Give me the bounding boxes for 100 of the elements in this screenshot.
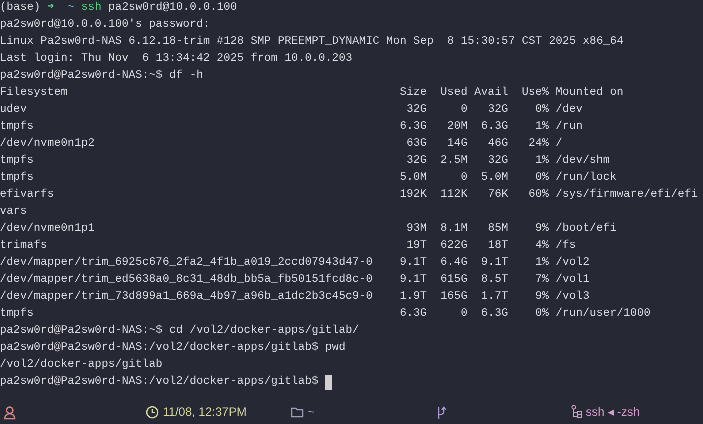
table-cell: 85M	[488, 223, 508, 235]
table-cell: 9%	[536, 223, 550, 235]
table-cell: 0%	[536, 308, 550, 320]
table-cell: 9.1T	[481, 257, 508, 269]
table-cell: 1%	[536, 121, 550, 133]
table-cell: /dev	[556, 104, 583, 116]
status-directory: ~	[308, 404, 316, 421]
table-cell: 615G	[440, 274, 468, 286]
table-cell: 4%	[536, 240, 550, 252]
table-cell: 1%	[536, 257, 550, 269]
table-cell: /run	[556, 121, 583, 133]
table-cell: tmpfs	[0, 121, 34, 133]
table-cell: /run/user/1000	[556, 308, 651, 320]
folder-icon	[291, 406, 304, 418]
status-process: ssh ◂ -zsh	[586, 404, 640, 421]
table-cell: 93M	[406, 223, 428, 235]
table-cell: 32G	[406, 155, 428, 167]
table-cell: /dev/mapper/trim_ed5638a0_8c31_48db_bb5a_fb50151fcd8c-0	[0, 274, 373, 286]
table-cell: /boot/efi	[556, 223, 617, 235]
table-cell: 6.3G	[400, 121, 428, 133]
table-cell: 63G	[406, 138, 428, 150]
table-cell: 8.1M	[440, 223, 468, 235]
git-branch-icon	[436, 406, 447, 420]
table-cell: 5.0M	[481, 172, 508, 184]
table-cell: 2.5M	[440, 155, 468, 167]
table-cell: /run/lock	[556, 172, 617, 184]
table-cell: 14G	[447, 138, 468, 150]
terminal-line: pa2sw0rd@Pa2sw0rd-NAS:/vol2/docker-apps/gitlab$ pwd	[0, 340, 346, 356]
table-cell: 112K	[440, 189, 468, 201]
column-header: Filesystem	[0, 87, 68, 99]
table-cell: /dev/mapper/trim_6925c676_2fa2_4f1b_a019_2ccd07943d47-0	[0, 257, 373, 269]
table-cell: 9%	[536, 291, 550, 303]
table-cell: tmpfs	[0, 155, 34, 167]
terminal-line: Last login: Thu Nov 6 13:34:42 2025 from 10.0.0.203	[0, 52, 353, 67]
table-cell: 165G	[440, 291, 468, 303]
prompt-directory: ~	[68, 2, 75, 14]
table-cell: 192K	[400, 189, 428, 201]
terminal-line: pa2sw0rd@Pa2sw0rd-NAS:~$ cd /vol2/docker-apps/gitlab/	[0, 324, 360, 339]
table-cell: /vol2	[556, 257, 590, 269]
table-cell: 9.1T	[400, 257, 428, 269]
command-argument: pa2sw0rd@10.0.0.100	[108, 2, 238, 14]
table-cell: tmpfs	[0, 308, 34, 320]
terminal-line: Linux Pa2sw0rd-NAS 6.12.18-trim #128 SMP PREEMPT_DYNAMIC Mon Sep 8 15:30:57 CST 2025 x86_64	[0, 34, 624, 50]
table-cell: /dev/nvme0n1p1	[0, 223, 95, 235]
table-cell: 7%	[536, 274, 550, 286]
column-header: Avail	[474, 87, 508, 99]
column-header: Use%	[522, 87, 550, 99]
table-cell: 0	[460, 172, 468, 184]
table-cell: 32G	[406, 104, 428, 116]
table-cell: 0%	[536, 104, 550, 116]
terminal-line: pa2sw0rd@Pa2sw0rd-NAS:~$ df -h	[0, 68, 204, 84]
command-name: ssh	[81, 2, 102, 14]
table-cell: /vol1	[556, 274, 590, 286]
table-cell: 0%	[536, 172, 550, 184]
user-icon	[4, 406, 16, 420]
table-cell: 24%	[528, 138, 550, 150]
clock-icon	[146, 406, 159, 418]
terminal-line: /vol2/docker-apps/gitlab	[0, 358, 163, 373]
table-cell: 6.3G	[481, 121, 508, 133]
column-header: Used	[440, 87, 468, 99]
table-cell: 5.0M	[400, 172, 428, 184]
table-cell: udev	[0, 104, 28, 116]
table-cell: /vol3	[556, 291, 590, 303]
table-cell: 0	[460, 308, 468, 320]
table-cell: 18T	[488, 240, 508, 252]
table-cell: 6.4G	[440, 257, 468, 269]
table-cell: /dev/nvme0n1p2	[0, 138, 95, 150]
conda-env-label: (base)	[0, 2, 41, 14]
process-tree-icon	[571, 405, 582, 419]
table-cell: 76K	[488, 189, 508, 201]
table-cell: 622G	[440, 240, 468, 252]
terminal-line: vars	[0, 205, 28, 220]
table-cell: tmpfs	[0, 172, 34, 184]
table-cell: 9.1T	[400, 274, 428, 286]
table-cell: /dev/shm	[556, 155, 610, 167]
terminal-line: pa2sw0rd@Pa2sw0rd-NAS:/vol2/docker-apps/gitlab$	[0, 374, 319, 390]
table-cell: /	[556, 138, 563, 150]
table-cell: 1.9T	[400, 291, 428, 303]
table-cell: 32G	[488, 155, 508, 167]
table-cell: 8.5T	[481, 274, 508, 286]
table-cell: 6.3G	[481, 308, 508, 320]
table-cell: 20M	[447, 121, 468, 133]
table-cell: 32G	[488, 104, 508, 116]
column-header: Size	[400, 87, 428, 99]
table-cell: 19T	[406, 240, 428, 252]
table-cell: /sys/firmware/efi/efi	[556, 189, 698, 201]
table-cell: /dev/mapper/trim_73d899a1_669a_4b97_a96b_a1dc2b3c45c9-0	[0, 291, 373, 303]
table-cell: 1%	[536, 155, 550, 167]
table-cell: 46G	[488, 138, 508, 150]
column-header: Mounted on	[556, 87, 624, 99]
table-cell: /fs	[556, 240, 576, 252]
table-cell: 6.3G	[400, 308, 428, 320]
table-cell: trimafs	[0, 240, 48, 252]
table-cell: 0	[460, 104, 468, 116]
terminal-line: pa2sw0rd@10.0.0.100's password:	[0, 18, 210, 33]
table-cell: 1.7T	[481, 291, 508, 303]
status-time: 11/08, 12:37PM	[163, 404, 247, 421]
table-cell: 60%	[528, 189, 550, 201]
table-cell: efivarfs	[0, 189, 54, 201]
prompt-arrow: ➜	[47, 2, 54, 14]
